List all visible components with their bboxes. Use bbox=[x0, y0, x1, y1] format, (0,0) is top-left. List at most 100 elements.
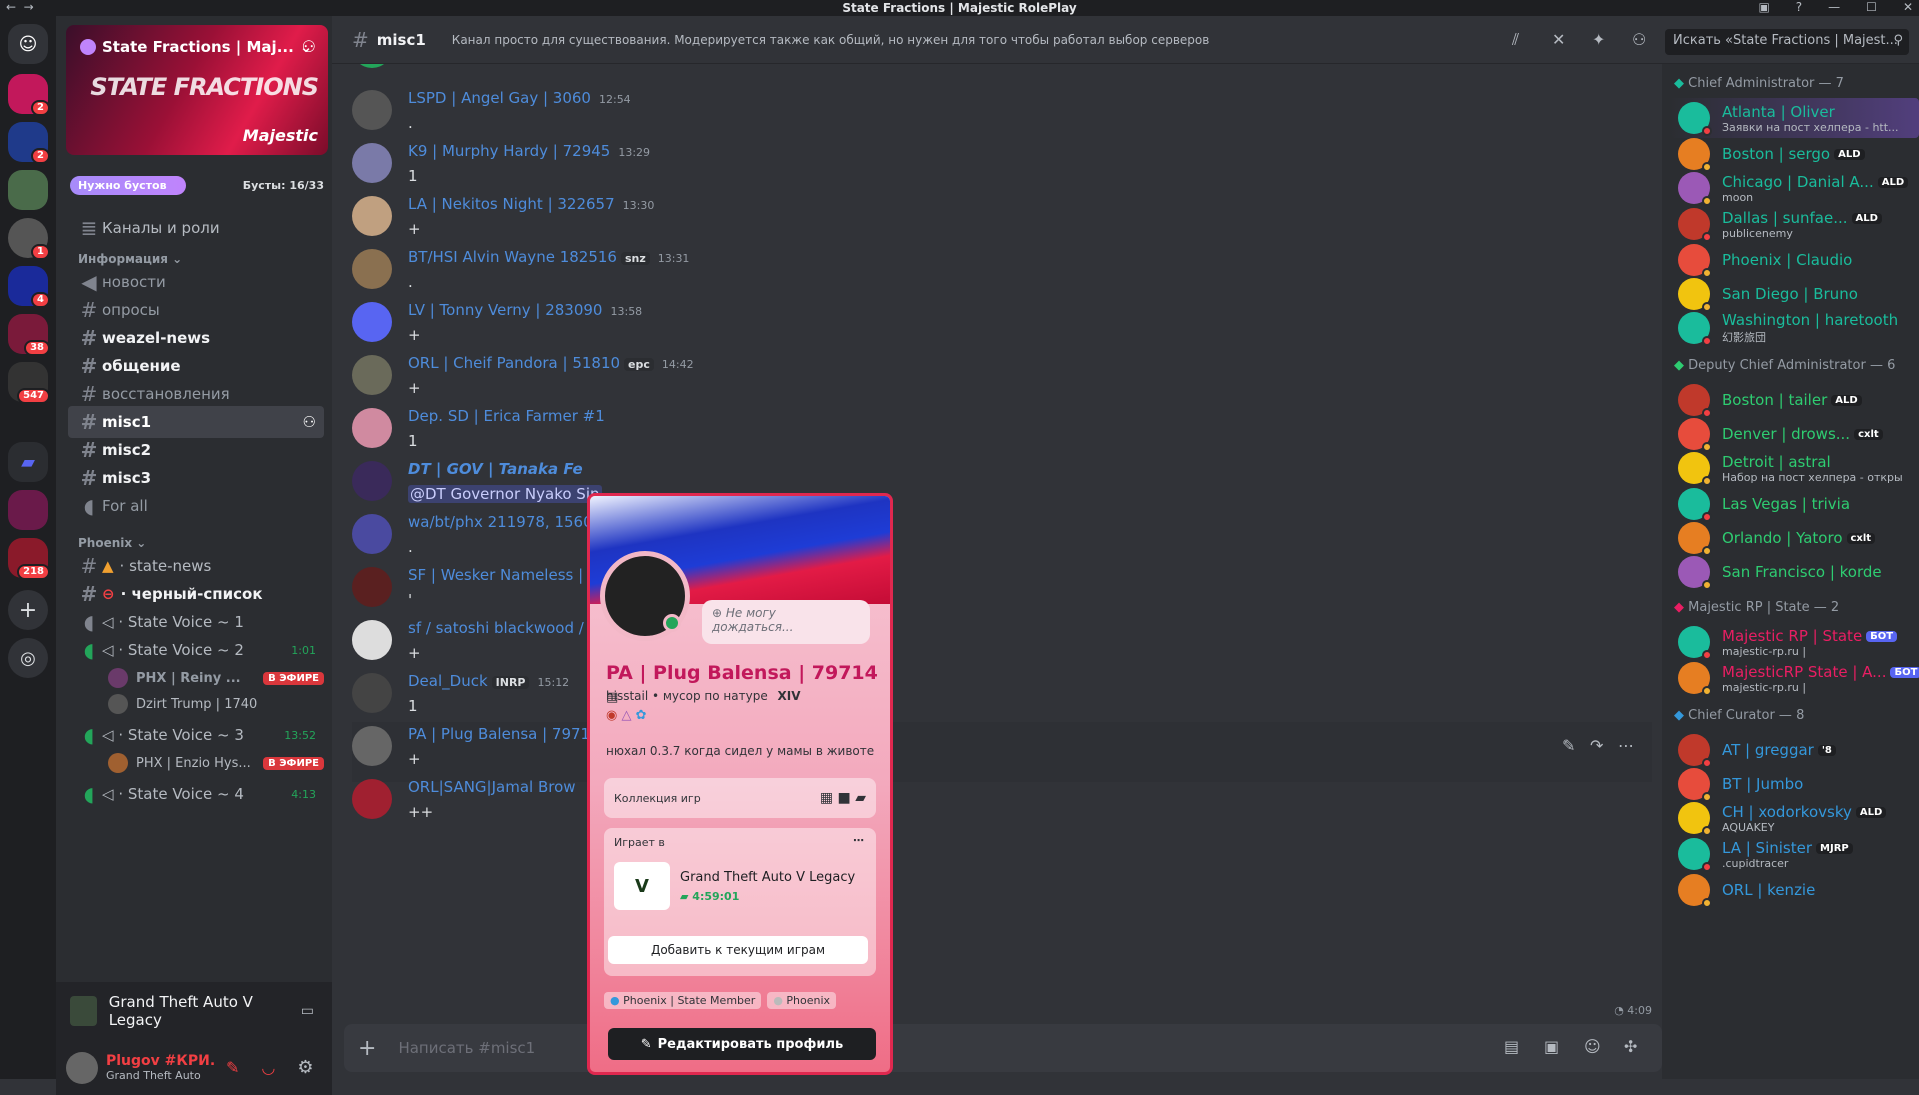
voice-user[interactable]: PHX | Enzio Hys... В ЭФИРЕ bbox=[108, 750, 324, 776]
badge-icon[interactable]: ✿ bbox=[636, 708, 647, 723]
stream-icon[interactable]: ▭ bbox=[301, 1003, 314, 1019]
member-row[interactable]: CH | xodorkovsky ALD AQUAKEY bbox=[1670, 798, 1919, 838]
mute-mic-icon[interactable]: ✎ bbox=[226, 1058, 239, 1077]
message[interactable]: LSPD | Angel Gay | 3060 12:54. bbox=[352, 86, 1652, 146]
member-row[interactable]: Dallas | sunfae... ALD publicenemy bbox=[1670, 204, 1919, 244]
server-icon[interactable]: 547 bbox=[8, 362, 50, 404]
message[interactable]: Deal_Duck INRP 15:12 1 bbox=[352, 669, 1652, 729]
user-info[interactable]: Plugov #КРИ... Grand Theft Auto bbox=[106, 1053, 216, 1082]
search-input[interactable]: Искать «State Fractions | Majest... ⚲ bbox=[1665, 29, 1909, 55]
message[interactable]: LV | Tonny Verny | 283090 13:58 + bbox=[352, 298, 1652, 358]
message-hovered[interactable]: PA | Plug Balensa | 79714 + ✎ ↷ ⋯ bbox=[352, 722, 1652, 782]
server-banner[interactable]: State Fractions | Maj... ⌄ ⚇ STATE FRACTI… bbox=[66, 25, 328, 155]
add-member-icon[interactable]: ⚇ bbox=[303, 413, 316, 431]
folder-icon[interactable]: ▰ bbox=[8, 442, 48, 482]
more-icon[interactable]: ⋯ bbox=[853, 834, 864, 847]
author-name[interactable]: BT/HSI Alvin Wayne 182516 bbox=[408, 248, 617, 266]
author-name[interactable]: sf / satoshi blackwood / 4 bbox=[408, 619, 598, 637]
badge-icon[interactable]: △ bbox=[621, 708, 631, 723]
message[interactable]: sf / satoshi blackwood / 4 + bbox=[352, 616, 1652, 676]
channel-topic[interactable]: Канал просто для существования. Модериру… bbox=[452, 33, 1210, 47]
member-row[interactable]: Chicago | Danial A... ALD moon bbox=[1670, 168, 1919, 208]
role-chip[interactable]: ● Phoenix bbox=[767, 992, 837, 1009]
author-name[interactable]: LV | Tonny Verny | 283090 bbox=[408, 301, 602, 319]
message[interactable]: DT | GOV | Tanaka Fe @DT Governor Nyako S… bbox=[352, 457, 1652, 517]
member-row[interactable]: Atlanta | Oliver Заявки на пост хелпера -… bbox=[1670, 98, 1919, 138]
server-icon[interactable]: 218 bbox=[8, 538, 50, 580]
apps-icon[interactable]: ✣ bbox=[1624, 1037, 1637, 1056]
author-name[interactable]: wa/bt/phx 211978, 156065 bbox=[408, 513, 612, 531]
attach-plus-icon[interactable]: + bbox=[358, 1036, 376, 1061]
author-name[interactable]: Dep. SD | Erica Farmer #1 bbox=[408, 407, 605, 425]
message[interactable]: ORL|SANG|Jamal Brow ++ bbox=[352, 775, 1652, 835]
back-arrow-icon[interactable]: ← → bbox=[6, 0, 34, 14]
game-collection[interactable]: Коллекция игр ▦ ■ ▰ bbox=[604, 778, 876, 818]
edit-icon[interactable]: ✎ bbox=[1562, 736, 1575, 755]
server-icon[interactable]: 1 bbox=[8, 218, 50, 260]
inbox-icon[interactable]: ▣ bbox=[1758, 0, 1769, 14]
voice-user[interactable]: PHX | Reiny ... В ЭФИРЕ bbox=[108, 665, 324, 691]
add-to-games-button[interactable]: Добавить к текущим играм bbox=[608, 936, 868, 964]
server-name-dropdown[interactable]: State Fractions | Maj... ⌄ bbox=[80, 38, 312, 56]
author-name[interactable]: K9 | Murphy Hardy | 72945 bbox=[408, 142, 610, 160]
gif-icon[interactable]: ▤ bbox=[1504, 1037, 1519, 1056]
channel-for-all[interactable]: ◖ For all bbox=[68, 490, 324, 522]
member-row[interactable]: Washington | haretooth 幻影旅団 bbox=[1670, 308, 1919, 348]
badge-icon[interactable]: ◉ bbox=[606, 708, 617, 723]
author-name[interactable]: Deal_Duck bbox=[408, 672, 488, 690]
boost-bar[interactable]: Нужно бустов Бусты: 16/33 bbox=[70, 174, 324, 196]
server-icon[interactable] bbox=[8, 170, 48, 210]
voice-user[interactable]: Dzirt Trump | 1740 bbox=[108, 691, 324, 717]
message[interactable]: Dep. SD | Erica Farmer #1 1 bbox=[352, 404, 1652, 464]
message[interactable]: SF | Wesker Nameless | 13 ' bbox=[352, 563, 1652, 623]
category-info[interactable]: Информация ⌄ bbox=[78, 252, 182, 266]
custom-status-bubble[interactable]: ⊕ Не могу дождаться... bbox=[702, 600, 870, 644]
author-name[interactable]: SF | Wesker Nameless | 13 bbox=[408, 566, 607, 584]
author-name[interactable]: ORL|SANG|Jamal Brow bbox=[408, 778, 576, 796]
author-name[interactable]: LA | Nekitos Night | 322657 bbox=[408, 195, 615, 213]
member-row[interactable]: LA | Sinister MJRP .cupidtracer bbox=[1670, 834, 1919, 874]
activity-panel[interactable]: Grand Theft Auto V Legacy ▭ bbox=[56, 982, 332, 1040]
forward-icon[interactable]: ↷ bbox=[1590, 736, 1603, 755]
message[interactable]: . bbox=[352, 64, 1652, 84]
deafen-icon[interactable]: ◡ bbox=[261, 1058, 275, 1077]
server-icon[interactable] bbox=[8, 490, 48, 530]
author-name[interactable]: PA | Plug Balensa | 79714 bbox=[408, 725, 600, 743]
edit-profile-button[interactable]: ✎ Редактировать профиль bbox=[608, 1028, 876, 1060]
member-row[interactable]: San Francisco | korde bbox=[1670, 552, 1919, 592]
invite-people-icon[interactable]: ⚇ bbox=[302, 37, 316, 56]
server-icon[interactable]: 4 bbox=[8, 266, 50, 308]
message[interactable]: BT/HSI Alvin Wayne 182516 snz 13:31. bbox=[352, 245, 1652, 305]
server-icon[interactable]: 2 bbox=[8, 74, 50, 116]
message[interactable]: LA | Nekitos Night | 322657 13:30 + bbox=[352, 192, 1652, 252]
settings-gear-icon[interactable]: ⚙ bbox=[297, 1057, 313, 1078]
add-server-icon[interactable]: + bbox=[8, 590, 48, 630]
threads-icon[interactable]: ⫽ bbox=[1512, 30, 1519, 50]
voice-channel-4[interactable]: ◖ ◁ · State Voice ~ 4 4:13 bbox=[68, 778, 324, 810]
author-name[interactable]: LSPD | Angel Gay | 3060 bbox=[408, 89, 591, 107]
voice-channel-2[interactable]: ◖ ◁ · State Voice ~ 2 1:01 bbox=[68, 634, 324, 666]
discover-icon[interactable]: ◎ bbox=[8, 638, 48, 678]
channels-roles-link[interactable]: ≣ Каналы и роли bbox=[68, 212, 324, 244]
notification-bell-icon[interactable]: ✕ bbox=[1552, 30, 1565, 49]
role-chip[interactable]: ● Phoenix | State Member bbox=[604, 992, 762, 1009]
discord-home-icon[interactable]: ☺ bbox=[8, 24, 48, 64]
profile-avatar[interactable] bbox=[600, 551, 690, 641]
author-name[interactable]: ORL | Cheif Pandora | 51810 bbox=[408, 354, 620, 372]
server-icon[interactable]: 2 bbox=[8, 122, 50, 164]
message[interactable]: wa/bt/phx 211978, 156065. bbox=[352, 510, 1652, 570]
message[interactable]: K9 | Murphy Hardy | 72945 13:29 1 bbox=[352, 139, 1652, 199]
emoji-icon[interactable]: ☺ bbox=[1584, 1037, 1601, 1056]
help-icon[interactable]: ? bbox=[1796, 0, 1802, 14]
member-row[interactable]: ORL | kenzie bbox=[1670, 870, 1919, 910]
message[interactable]: ORL | Cheif Pandora | 51810 epc 14:42 + bbox=[352, 351, 1652, 411]
voice-channel-3[interactable]: ◖ ◁ · State Voice ~ 3 13:52 bbox=[68, 719, 324, 751]
member-row[interactable]: MajesticRP State | A... БОТ majestic-rp.ru… bbox=[1670, 658, 1919, 698]
member-list-icon[interactable]: ⚇ bbox=[1632, 30, 1646, 49]
maximize-button[interactable]: ☐ bbox=[1866, 0, 1877, 14]
member-row[interactable]: Detroit | astral Набор на пост хелпера - … bbox=[1670, 448, 1919, 488]
category-phoenix[interactable]: Phoenix ⌄ bbox=[78, 536, 146, 550]
mention[interactable]: @DT Governor Nyako Sin bbox=[408, 485, 602, 503]
sticker-icon[interactable]: ▣ bbox=[1544, 1037, 1559, 1056]
close-button[interactable]: ✕ bbox=[1903, 0, 1913, 14]
